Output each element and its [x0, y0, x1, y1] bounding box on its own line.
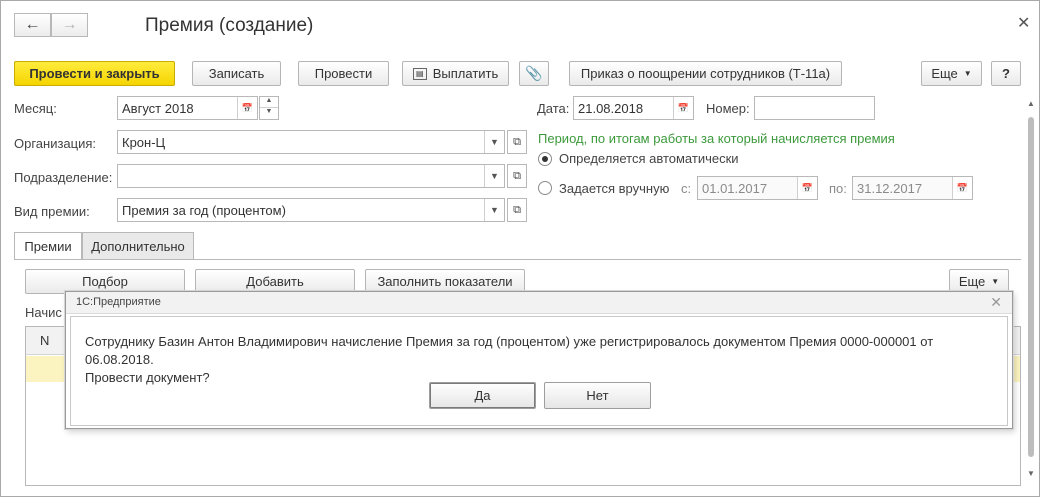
organization-value: Крон-Ц: [122, 134, 166, 150]
dialog-header: 1С:Предприятие ✕: [66, 292, 1012, 314]
stepper-up-icon[interactable]: ▲: [260, 97, 278, 108]
dropdown-icon[interactable]: ▼: [484, 199, 504, 221]
pay-button-label: Выплатить: [432, 66, 499, 81]
number-label: Номер:: [706, 101, 750, 116]
scroll-down-icon[interactable]: ▼: [1027, 469, 1035, 478]
tab-bonuses[interactable]: Премии: [14, 232, 82, 259]
month-label: Месяц:: [14, 101, 57, 116]
dialog-body: Сотруднику Базин Антон Владимирович начи…: [70, 316, 1008, 426]
dialog-close-icon[interactable]: ✕: [990, 294, 1002, 311]
chevron-down-icon: ▼: [963, 69, 972, 78]
period-to-field[interactable]: 31.12.2017 📅: [852, 176, 973, 200]
chevron-down-icon: ▼: [991, 277, 1000, 286]
help-button[interactable]: ?: [991, 61, 1021, 86]
more-button-label: Еще: [931, 66, 958, 81]
month-stepper[interactable]: ▲ ▼: [259, 96, 279, 120]
arrow-right-icon: →: [61, 16, 78, 33]
table-caption: Начис: [25, 305, 62, 320]
order-t11a-button[interactable]: Приказ о поощрении сотрудников (Т-11а): [569, 61, 842, 86]
date-field[interactable]: 21.08.2018 📅: [573, 96, 694, 120]
date-value: 21.08.2018: [578, 100, 644, 116]
calendar-icon[interactable]: 📅: [673, 97, 693, 119]
save-button[interactable]: Записать: [192, 61, 281, 86]
yes-button[interactable]: Да: [429, 382, 536, 409]
close-window-icon[interactable]: ✕: [1017, 13, 1030, 33]
more-button[interactable]: Еще ▼: [921, 61, 982, 86]
calendar-icon[interactable]: 📅: [952, 177, 972, 199]
period-heading: Период, по итогам работы за который начи…: [538, 131, 895, 146]
month-value: Август 2018: [122, 100, 194, 116]
open-department-icon[interactable]: ⧉: [507, 164, 527, 188]
bonus-type-value: Премия за год (процентом): [122, 202, 286, 218]
post-and-close-button[interactable]: Провести и закрыть: [14, 61, 175, 86]
department-field[interactable]: ▼: [117, 164, 505, 188]
pay-button[interactable]: ▤ Выплатить: [402, 61, 509, 86]
bonus-type-label: Вид премии:: [14, 204, 90, 219]
no-button[interactable]: Нет: [544, 382, 651, 409]
organization-label: Организация:: [14, 136, 97, 151]
organization-field[interactable]: Крон-Ц ▼: [117, 130, 505, 154]
pay-icon: ▤: [412, 67, 427, 80]
dialog-title: 1С:Предприятие: [76, 296, 161, 308]
dropdown-icon[interactable]: ▼: [484, 131, 504, 153]
paperclip-icon: 📎: [525, 65, 543, 81]
dialog-message: Сотруднику Базин Антон Владимирович начи…: [85, 333, 1005, 387]
date-label: Дата:: [537, 101, 570, 116]
document-window: ← → Премия (создание) ✕ Провести и закры…: [0, 0, 1040, 497]
window-title: Премия (создание): [145, 15, 314, 36]
open-organization-icon[interactable]: ⧉: [507, 130, 527, 154]
period-from-field[interactable]: 01.01.2017 📅: [697, 176, 818, 200]
confirm-dialog: 1С:Предприятие ✕ Сотруднику Базин Антон …: [65, 291, 1013, 429]
month-field[interactable]: Август 2018 📅: [117, 96, 258, 120]
radio-manual[interactable]: [538, 181, 552, 195]
radio-manual-label[interactable]: Задается вручную: [559, 181, 669, 196]
tab-panel-border: [14, 259, 1021, 260]
to-label: по:: [829, 181, 847, 196]
post-button[interactable]: Провести: [298, 61, 389, 86]
scrollbar[interactable]: ▲ ▼: [1025, 99, 1037, 483]
from-label: с:: [681, 181, 692, 196]
table-more-label: Еще: [958, 274, 986, 289]
back-button[interactable]: ←: [14, 13, 51, 37]
open-bonus-type-icon[interactable]: ⧉: [507, 198, 527, 222]
dialog-message-line1: Сотруднику Базин Антон Владимирович начи…: [85, 334, 934, 367]
attach-button[interactable]: 📎: [519, 61, 549, 86]
dropdown-icon[interactable]: ▼: [484, 165, 504, 187]
calendar-icon[interactable]: 📅: [237, 97, 257, 119]
column-n-header[interactable]: N: [40, 333, 49, 348]
stepper-down-icon[interactable]: ▼: [260, 108, 278, 119]
tab-additional[interactable]: Дополнительно: [82, 232, 194, 259]
arrow-left-icon: ←: [24, 16, 41, 33]
department-label: Подразделение:: [14, 170, 113, 185]
period-from-value: 01.01.2017: [702, 180, 768, 196]
forward-button[interactable]: →: [51, 13, 88, 37]
scroll-thumb[interactable]: [1028, 117, 1034, 457]
period-to-value: 31.12.2017: [857, 180, 923, 196]
radio-auto[interactable]: [538, 152, 552, 166]
radio-auto-label[interactable]: Определяется автоматически: [559, 151, 739, 166]
scroll-up-icon[interactable]: ▲: [1027, 99, 1035, 108]
number-field[interactable]: [754, 96, 875, 120]
calendar-icon[interactable]: 📅: [797, 177, 817, 199]
bonus-type-field[interactable]: Премия за год (процентом) ▼: [117, 198, 505, 222]
